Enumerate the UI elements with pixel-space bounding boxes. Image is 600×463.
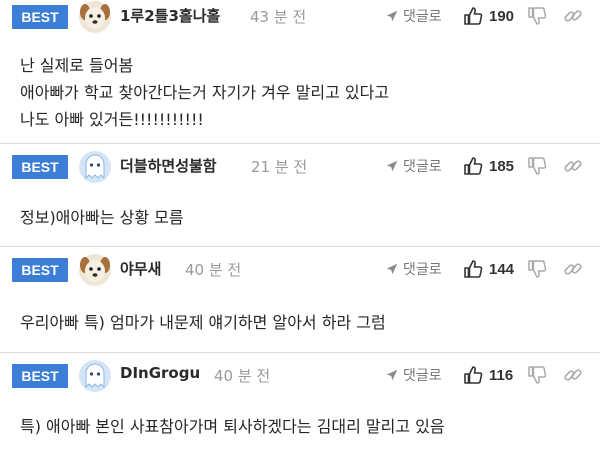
- comment-body: 정보)애아빠는 상황 모름: [20, 204, 590, 231]
- comment-line: 애아빠가 학교 찾아간다는거 자기가 겨우 말리고 있다고: [20, 83, 390, 102]
- ghost-avatar-icon[interactable]: [78, 150, 112, 184]
- link-icon[interactable]: [563, 259, 583, 279]
- comment-time: 40 분 전: [214, 367, 271, 385]
- thumbs-down-icon[interactable]: [527, 259, 547, 279]
- link-icon[interactable]: [563, 6, 583, 26]
- reply-button[interactable]: 댓글로: [385, 154, 442, 178]
- like-count: 190: [489, 7, 515, 25]
- reply-label: 댓글로: [403, 9, 442, 25]
- like-button[interactable]: 185: [463, 154, 514, 178]
- comment-body: 특) 애아빠 본인 사표참아가며 퇴사하겠다는 김대리 말리고 있음: [20, 413, 590, 440]
- reply-label: 댓글로: [403, 368, 442, 384]
- like-count: 185: [489, 157, 515, 175]
- like-button[interactable]: 116: [463, 363, 513, 387]
- send-arrow-icon: [385, 9, 399, 23]
- comment-nickname[interactable]: 더블하면성불함: [120, 155, 217, 176]
- like-count: 116: [489, 366, 514, 384]
- reply-button[interactable]: 댓글로: [385, 257, 442, 281]
- like-count: 144: [489, 260, 515, 278]
- thumbs-up-icon: [463, 156, 483, 176]
- thumbs-down-icon[interactable]: [527, 156, 547, 176]
- comment-time: 21 분 전: [251, 158, 308, 176]
- reply-label: 댓글로: [403, 159, 442, 175]
- thumbs-down-icon[interactable]: [527, 6, 547, 26]
- reply-label: 댓글로: [403, 262, 442, 278]
- comment-nickname[interactable]: 1루2틀3홀나홀: [120, 5, 220, 26]
- dog-avatar-icon[interactable]: [78, 253, 112, 287]
- comment-header: BEST 더블하면성불함 21 분 전 댓글로 185: [0, 144, 600, 188]
- dog-avatar-icon[interactable]: [78, 0, 112, 34]
- comment-header: BEST 1루2틀3홀나홀 43 분 전 댓글로 190: [0, 0, 600, 38]
- ghost-avatar-icon[interactable]: [78, 359, 112, 393]
- comment-line: 우리아빠 특) 엄마가 내문제 얘기하면 알아서 하라 그럼: [20, 313, 386, 332]
- comment-nickname[interactable]: 야무새: [120, 258, 161, 279]
- comment-time: 40 분 전: [185, 261, 242, 279]
- send-arrow-icon: [385, 368, 399, 382]
- thumbs-up-icon: [463, 365, 483, 385]
- best-badge: BEST: [12, 258, 68, 282]
- thumbs-up-icon: [463, 259, 483, 279]
- comment-line: 난 실제로 들어봄: [20, 56, 134, 75]
- best-badge: BEST: [12, 5, 68, 29]
- like-button[interactable]: 144: [463, 257, 514, 281]
- comment-line: 정보)애아빠는 상황 모름: [20, 208, 184, 227]
- thumbs-up-icon: [463, 6, 483, 26]
- best-badge: BEST: [12, 364, 68, 388]
- best-badge: BEST: [12, 155, 68, 179]
- comment-line: 특) 애아빠 본인 사표참아가며 퇴사하겠다는 김대리 말리고 있음: [20, 417, 445, 436]
- comment-time: 43 분 전: [250, 8, 307, 26]
- comment-body: 난 실제로 들어봄 애아빠가 학교 찾아간다는거 자기가 겨우 말리고 있다고 …: [20, 52, 590, 133]
- reply-button[interactable]: 댓글로: [385, 363, 442, 387]
- link-icon[interactable]: [563, 156, 583, 176]
- comment-nickname[interactable]: DInGrogu: [120, 364, 200, 382]
- thumbs-down-icon[interactable]: [527, 365, 547, 385]
- reply-button[interactable]: 댓글로: [385, 4, 442, 28]
- comment-item: BEST 1루2틀3홀나홀 43 분 전 댓글로 190 난 실제로 들어봄 애…: [0, 0, 600, 144]
- comment-body: 우리아빠 특) 엄마가 내문제 얘기하면 알아서 하라 그럼: [20, 309, 590, 336]
- comment-item: BEST 야무새 40 분 전 댓글로 144 우리아빠 특) 엄마가 내문제 …: [0, 247, 600, 353]
- like-button[interactable]: 190: [463, 4, 514, 28]
- send-arrow-icon: [385, 262, 399, 276]
- comment-header: BEST DInGrogu 40 분 전 댓글로 116: [0, 353, 600, 397]
- link-icon[interactable]: [563, 365, 583, 385]
- send-arrow-icon: [385, 159, 399, 173]
- comment-line: 나도 아빠 있거든!!!!!!!!!!!: [20, 110, 204, 129]
- comment-item: BEST DInGrogu 40 분 전 댓글로 116 특) 애아빠 본인 사…: [0, 353, 600, 463]
- comment-header: BEST 야무새 40 분 전 댓글로 144: [0, 247, 600, 291]
- comment-item: BEST 더블하면성불함 21 분 전 댓글로 185 정보)애아빠는 상황 모…: [0, 144, 600, 247]
